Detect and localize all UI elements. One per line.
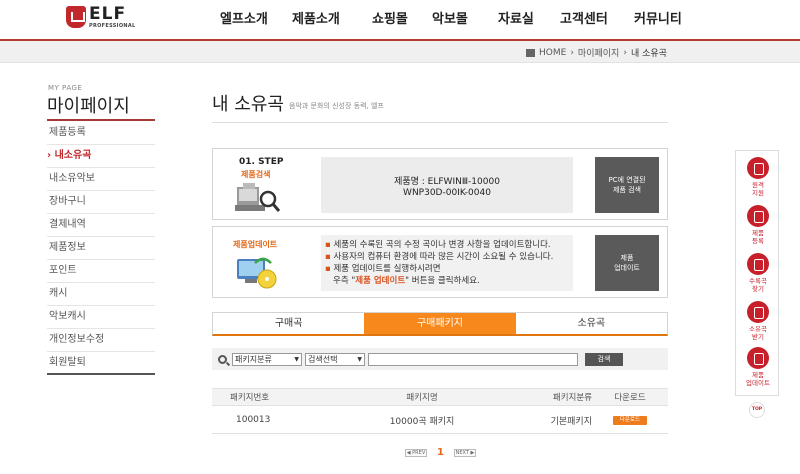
nav-item-products[interactable]: 제품소개 — [292, 0, 372, 40]
pc-search-icon — [235, 183, 281, 212]
sidebar-item-sheet-cash[interactable]: 악보캐시 — [47, 306, 155, 329]
download-button[interactable]: 다운로드 — [613, 415, 647, 425]
product-update-panel: 제품업데이트 ▪ 세품의 수록된 곡의 수정 곡이나 변경 사항을 업데이트합니… — [212, 226, 668, 298]
instruction-line: 우측 "제품 업데이트" 버튼을 클릭하세요. — [333, 276, 480, 286]
quick-get-owned-songs[interactable]: 소유곡 받기 — [736, 301, 780, 341]
package-type: 기본패키지 — [550, 416, 592, 427]
product-serial: WNP30D-00IK-0040 — [403, 188, 491, 198]
product-info-box: 제품명 : ELFWINⅢ-10000 WNP30D-00IK-0040 — [321, 157, 573, 213]
music-note-icon — [747, 253, 769, 275]
quick-remote-support[interactable]: 원격 지원 — [736, 157, 780, 197]
mouse-icon — [747, 157, 769, 179]
breadcrumb-bar: HOME › 마이페이지 › 내 소유곡 — [0, 41, 800, 63]
search-bar: 패키지분류 ▼ 검색선택 ▼ 검색 — [212, 348, 668, 370]
nav-item-community[interactable]: 커뮤니티 — [634, 0, 694, 40]
column-header-package-type: 패키지분류 — [552, 393, 592, 403]
scroll-top-button[interactable]: TOP — [749, 402, 765, 418]
sidebar-item-my-sheets[interactable]: 내소유악보 — [47, 168, 155, 191]
download-icon — [747, 301, 769, 323]
button-label-line2: 업데이트 — [614, 264, 640, 272]
sidebar-en-title: MY PAGE — [48, 84, 83, 92]
button-label-line2: 제품 검색 — [613, 186, 641, 194]
nav-item-support[interactable]: 고객센터 — [560, 0, 634, 40]
table-header: 패키지번호 패키지명 패키지분류 다운로드 — [212, 388, 668, 406]
tab-purchased-packages[interactable]: 구매패키지 — [364, 313, 516, 334]
step-title: 01. STEP — [239, 157, 284, 167]
sidebar-title: 마이페이지 — [47, 96, 130, 117]
tab-purchased-songs[interactable]: 구매곡 — [213, 313, 365, 334]
column-header-download: 다운로드 — [614, 393, 646, 403]
nav-item-shop[interactable]: 쇼핑몰 — [372, 0, 432, 40]
product-name: 제품명 : ELFWINⅢ-10000 — [394, 177, 500, 187]
logo-subtext: PROFESSIONAL — [89, 23, 136, 29]
quick-find-songs[interactable]: 수록곡 찾기 — [736, 253, 780, 293]
search-connected-product-button[interactable]: PC에 연결된 제품 검색 — [595, 157, 659, 213]
sidebar-bottom-line — [47, 373, 155, 375]
song-tabs: 구매곡 구매패키지 소유곡 — [212, 312, 668, 336]
search-icon — [218, 354, 227, 364]
quick-product-register[interactable]: 제품 등록 — [736, 205, 780, 245]
breadcrumb-home[interactable]: HOME — [539, 48, 566, 58]
sidebar-item-edit-profile[interactable]: 개인정보수정 — [47, 329, 155, 352]
breadcrumb: HOME › 마이페이지 › 내 소유곡 — [526, 46, 667, 59]
product-update-button[interactable]: 제품 업데이트 — [595, 235, 659, 291]
prev-page-button[interactable]: ◀ PREV — [405, 448, 427, 457]
step-subtitle: 제품업데이트 — [233, 240, 278, 249]
register-icon — [747, 205, 769, 227]
button-label-line1: 제품 — [620, 254, 634, 262]
quick-product-update[interactable]: 제품 업데이트 — [736, 347, 780, 387]
search-field-select[interactable]: 검색선택 ▼ — [305, 352, 365, 366]
sidebar-title-underline — [47, 119, 155, 121]
page-subtitle: 음악과 문화의 신성장 동력, 엘프 — [289, 102, 384, 110]
elf-logo[interactable]: ELF PROFESSIONAL — [66, 4, 138, 34]
pagination: ◀ PREV 1 NEXT ▶ — [405, 447, 476, 458]
download-cell: 다운로드 — [592, 407, 668, 433]
package-category-select[interactable]: 패키지분류 ▼ — [232, 352, 302, 366]
chevron-down-icon: ▼ — [294, 355, 299, 363]
breadcrumb-current: 내 소유곡 — [630, 49, 667, 59]
nav-item-sheet-music[interactable]: 악보몰 — [432, 0, 498, 40]
tab-owned-songs[interactable]: 소유곡 — [515, 313, 667, 334]
chevron-down-icon: ▼ — [357, 355, 362, 363]
sidebar-menu: 제품등록 내소유곡 내소유악보 장바구니 결제내역 제품정보 포인트 캐시 악보… — [47, 122, 155, 375]
main-nav: 엘프소개 제품소개 쇼핑몰 악보몰 자료실 고객센터 커뮤니티 — [205, 0, 694, 40]
sidebar-item-cash[interactable]: 캐시 — [47, 283, 155, 306]
column-header-package-no: 패키지번호 — [230, 393, 270, 403]
breadcrumb-separator: › — [570, 47, 574, 58]
refresh-icon — [747, 347, 769, 369]
package-number: 100013 — [236, 415, 271, 425]
quick-menu: 원격 지원 제품 등록 수록곡 찾기 소유곡 받기 제품 업데이트 — [735, 150, 779, 396]
breadcrumb-separator: › — [623, 47, 627, 58]
nav-item-about[interactable]: 엘프소개 — [220, 0, 292, 40]
next-page-button[interactable]: NEXT ▶ — [453, 448, 476, 457]
table-row: 100013 10000곡 패키지 기본패키지 다운로드 — [212, 407, 668, 434]
product-search-panel: 01. STEP 제품검색 제품명 : ELFWINⅢ-10000 WNP30D… — [212, 148, 668, 220]
sidebar-item-my-songs[interactable]: 내소유곡 — [47, 145, 155, 168]
button-label-line1: PC에 연결된 — [608, 176, 646, 184]
logo-text: ELF — [89, 4, 127, 24]
page-title: 내 소유곡 — [212, 94, 284, 115]
step-subtitle: 제품검색 — [241, 170, 271, 179]
site-header: ELF PROFESSIONAL 엘프소개 제품소개 쇼핑몰 악보몰 자료실 고… — [0, 0, 800, 40]
update-cd-icon — [237, 257, 277, 289]
sidebar-item-withdraw[interactable]: 회원탈퇴 — [47, 352, 155, 375]
instruction-line: ▪ 제품 업데이트를 실행하시려면 — [325, 264, 441, 274]
home-icon — [526, 48, 535, 57]
sidebar-item-product-info[interactable]: 제품정보 — [47, 237, 155, 260]
breadcrumb-mypage[interactable]: 마이페이지 — [578, 46, 619, 59]
search-button[interactable]: 검색 — [585, 352, 623, 366]
sidebar-item-product-register[interactable]: 제품등록 — [47, 122, 155, 145]
instruction-line: ▪ 사용자의 컴퓨터 환경에 따라 많은 시간이 소요될 수 있습니다. — [325, 252, 554, 262]
update-instructions: ▪ 세품의 수록된 곡의 수정 곡이나 변경 사항을 업데이트합니다. ▪ 사용… — [321, 235, 573, 291]
page-number-current[interactable]: 1 — [437, 447, 444, 458]
sidebar-item-payments[interactable]: 결제내역 — [47, 214, 155, 237]
instruction-line: ▪ 세품의 수록된 곡의 수정 곡이나 변경 사항을 업데이트합니다. — [325, 240, 551, 250]
search-input[interactable] — [368, 352, 578, 366]
title-divider — [212, 122, 668, 123]
nav-item-resources[interactable]: 자료실 — [498, 0, 560, 40]
sidebar-item-points[interactable]: 포인트 — [47, 260, 155, 283]
sidebar-item-cart[interactable]: 장바구니 — [47, 191, 155, 214]
crown-logo-icon — [66, 6, 86, 28]
